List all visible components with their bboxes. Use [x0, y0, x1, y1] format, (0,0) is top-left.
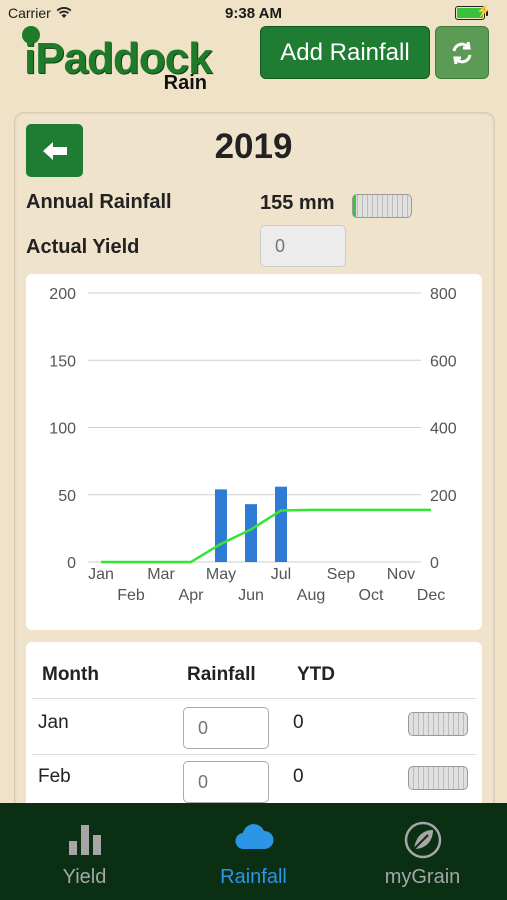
month-header: Month: [42, 664, 99, 685]
add-rainfall-button[interactable]: Add Rainfall: [260, 26, 430, 79]
left-tick-label: 150: [49, 353, 76, 370]
annual-rainfall-label: Annual Rainfall: [26, 191, 172, 213]
row-gauge-feb: [408, 766, 468, 790]
left-tick-label: 0: [67, 555, 76, 572]
bar-jun: [245, 504, 257, 562]
row-divider: [32, 754, 476, 755]
right-tick-label: 800: [430, 286, 457, 303]
clock: 9:38 AM: [225, 5, 282, 22]
tab-rainfall[interactable]: Rainfall: [169, 803, 338, 900]
x-tick-label: Sep: [327, 566, 356, 583]
left-tick-label: 100: [49, 421, 76, 438]
annual-rainfall-gauge: [352, 194, 412, 218]
row-ytd-feb: 0: [293, 766, 304, 787]
x-tick-label: Apr: [179, 587, 205, 604]
tab-rainfall-label: Rainfall: [220, 866, 287, 888]
x-tick-label: Jan: [88, 566, 114, 583]
gauge-level: [353, 195, 356, 217]
leaf-icon: [404, 821, 441, 859]
rainfall-chart-svg: 0 50 100 150 200 0 200 400 600 800 JanFebMarAprMay…: [49, 286, 457, 604]
right-tick-label: 400: [430, 421, 457, 438]
rainfall-chart: 0 50 100 150 200 0 200 400 600 800 Jan Feb Mar Apr May…: [26, 274, 482, 630]
left-tick-label: 50: [58, 488, 76, 505]
refresh-icon: [452, 41, 472, 64]
x-tick-label: Feb: [117, 587, 145, 604]
refresh-button[interactable]: [435, 26, 489, 79]
row-month-jan: Jan: [38, 712, 69, 733]
x-tick-label: Jun: [238, 587, 264, 604]
rainfall-input-feb[interactable]: [183, 761, 269, 803]
actual-yield-label: Actual Yield: [26, 236, 140, 258]
annual-rainfall-value: 155 mm: [260, 192, 335, 214]
bar-may: [215, 489, 227, 562]
logo-sub-text: Rain: [163, 72, 207, 94]
x-tick-label: Jul: [271, 566, 291, 583]
right-tick-label: 0: [430, 555, 439, 572]
ytd-line: [101, 508, 431, 564]
row-month-feb: Feb: [38, 766, 71, 787]
bar-chart-icon: [68, 825, 101, 855]
cloud-icon: [234, 824, 274, 850]
x-tick-label: Nov: [387, 566, 415, 583]
rainfall-input-jan[interactable]: [183, 707, 269, 749]
rainfall-header: Rainfall: [187, 664, 256, 685]
x-tick-label: Dec: [417, 587, 445, 604]
x-tick-label: Oct: [359, 587, 384, 604]
year-title: 2019: [214, 127, 293, 166]
tab-yield[interactable]: Yield: [0, 803, 169, 900]
right-tick-label: 200: [430, 488, 457, 505]
app-logo: iPaddock Rain: [18, 26, 213, 96]
tab-bar: Yield Rainfall myGrain: [0, 803, 507, 900]
status-bar: Carrier 9:38 AM ⚡: [0, 0, 507, 26]
row-ytd-jan: 0: [293, 712, 304, 733]
x-tick-label: May: [206, 566, 236, 583]
right-tick-label: 600: [430, 353, 457, 370]
ytd-header: YTD: [297, 664, 335, 685]
battery-icon: ⚡: [453, 0, 493, 26]
actual-yield-input[interactable]: [260, 225, 346, 267]
bar-jul: [275, 486, 287, 562]
x-tick-label: Mar: [147, 566, 175, 583]
x-tick-label: Aug: [297, 587, 325, 604]
left-tick-label: 200: [49, 286, 76, 303]
tab-yield-label: Yield: [62, 866, 107, 888]
row-divider: [32, 698, 476, 699]
tab-mygrain[interactable]: myGrain: [338, 803, 507, 900]
tab-mygrain-label: myGrain: [384, 866, 461, 888]
row-gauge-jan: [408, 712, 468, 736]
